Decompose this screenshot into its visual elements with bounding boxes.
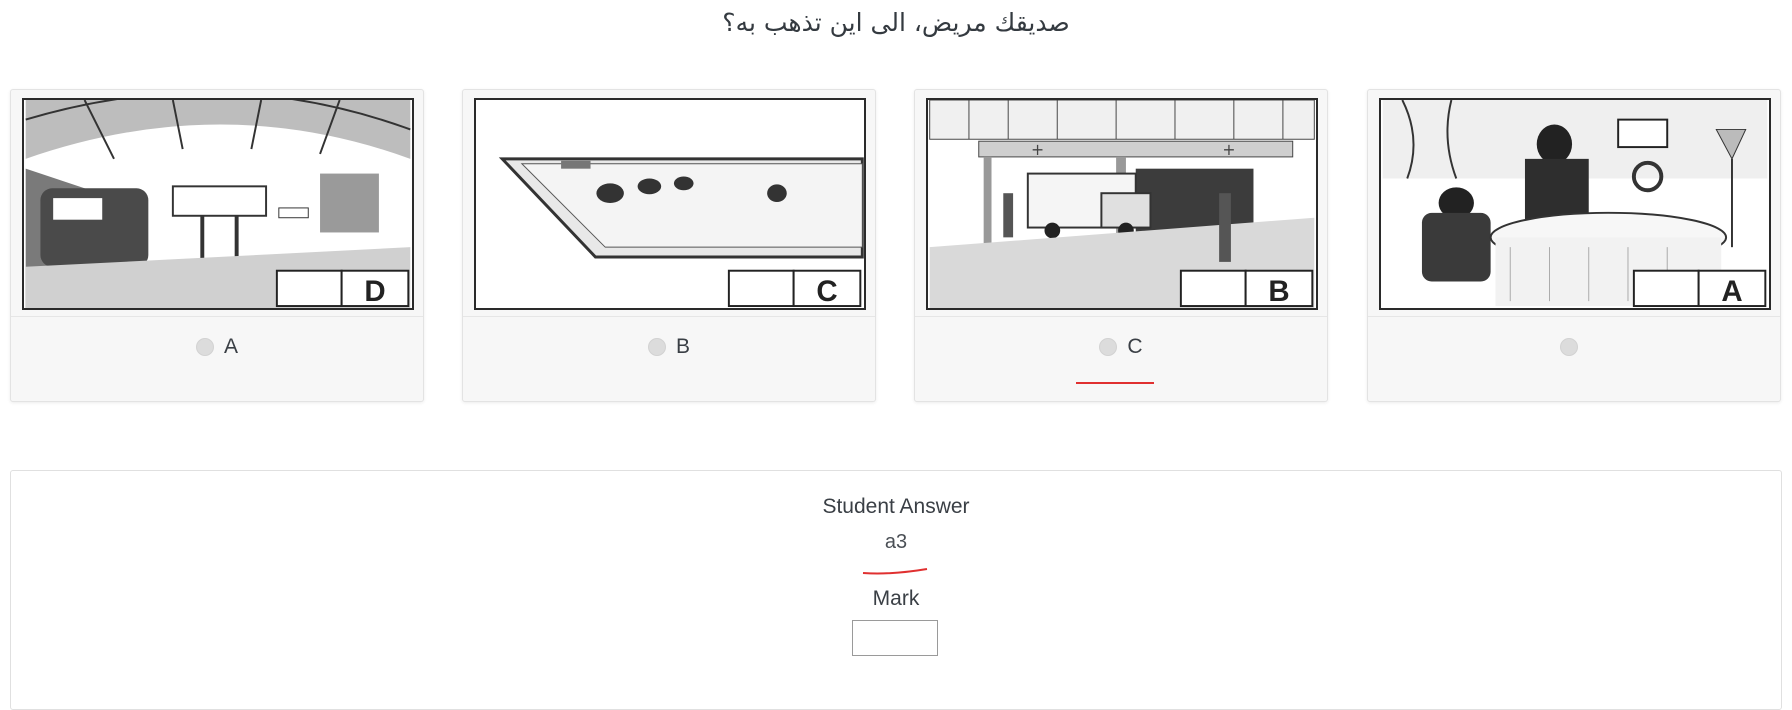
svg-text:+: + bbox=[1222, 140, 1235, 159]
option-card-4[interactable]: A bbox=[1367, 89, 1781, 402]
option-c[interactable]: C bbox=[915, 334, 1327, 360]
option-a[interactable]: A bbox=[11, 334, 423, 360]
picture-letter: B bbox=[1268, 275, 1289, 308]
option-card-2[interactable]: C B bbox=[462, 89, 876, 402]
red-underline-annotation bbox=[862, 568, 928, 575]
option-label: B bbox=[675, 335, 690, 358]
radio-button[interactable] bbox=[195, 338, 214, 356]
mark-input[interactable] bbox=[852, 620, 938, 656]
option-label: A bbox=[223, 335, 238, 358]
option-card-1[interactable]: D A bbox=[10, 89, 424, 402]
radio-button[interactable] bbox=[1560, 338, 1578, 356]
student-answer-label: Student Answer bbox=[822, 495, 970, 518]
picture-letter: D bbox=[364, 275, 385, 308]
restaurant-image: A bbox=[1379, 98, 1771, 310]
red-underline-annotation bbox=[1076, 382, 1154, 384]
card-divider bbox=[11, 316, 423, 317]
option-b[interactable]: B bbox=[463, 334, 875, 360]
question-text: صديقك مريض، الى اين تذهب به؟ bbox=[722, 8, 1070, 37]
option-label: C bbox=[1127, 335, 1143, 358]
option-d[interactable] bbox=[1368, 334, 1780, 360]
train-station-image: D bbox=[22, 98, 414, 310]
picture-letter: C bbox=[816, 275, 837, 308]
answer-review-panel: Student Answer a3 Mark bbox=[10, 470, 1782, 710]
radio-button[interactable] bbox=[647, 338, 666, 356]
svg-text:+: + bbox=[1031, 140, 1044, 159]
card-divider bbox=[1368, 316, 1780, 317]
card-divider bbox=[463, 316, 875, 317]
hospital-image: + + B bbox=[926, 98, 1318, 310]
mark-label: Mark bbox=[872, 587, 920, 610]
card-divider bbox=[915, 316, 1327, 317]
swimming-pool-image: C bbox=[474, 98, 866, 310]
picture-letter: A bbox=[1721, 275, 1742, 308]
radio-button[interactable] bbox=[1099, 338, 1118, 356]
option-card-3[interactable]: + + B C bbox=[914, 89, 1328, 402]
student-answer-value: a3 bbox=[884, 531, 908, 553]
